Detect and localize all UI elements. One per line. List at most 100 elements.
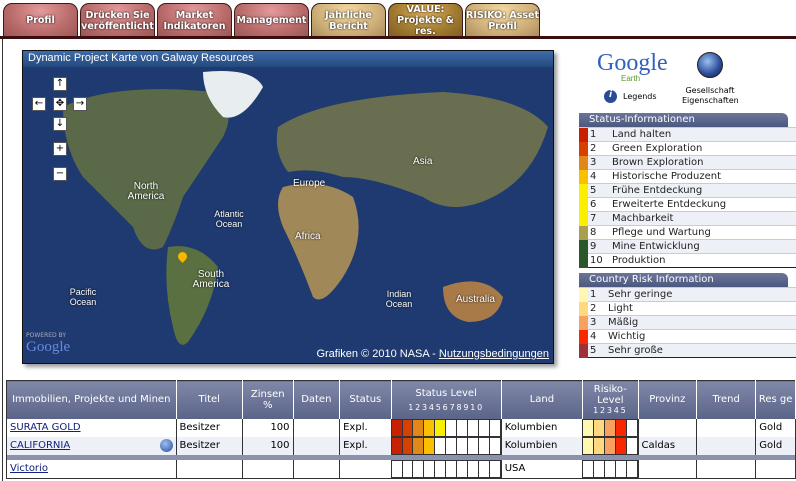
legend-item: 2 Light: [579, 301, 796, 316]
risk-level-cell: [626, 418, 638, 437]
tab-2[interactable]: Market Indikatoren: [157, 3, 232, 37]
legend-item: 2 Green Exploration: [579, 141, 796, 156]
status-level-cell: [424, 418, 436, 437]
zoom-in-button[interactable]: +: [53, 142, 67, 156]
tab-0[interactable]: Profil: [3, 3, 78, 37]
legend-label: Land halten: [612, 129, 672, 140]
trend-cell: [696, 418, 757, 437]
legend-label: Sehr große: [608, 345, 663, 356]
label-europe: Europe: [293, 178, 326, 189]
titel-cell: [176, 459, 243, 478]
zinsen-label: Zinsen: [250, 388, 285, 400]
legend-label: Light: [608, 303, 633, 314]
info-icon[interactable]: i: [604, 90, 617, 103]
color-swatch: [579, 343, 588, 358]
table-header: Immobilien, Projekte und Minen Titel Zin…: [6, 380, 796, 419]
trend-cell: [696, 459, 757, 478]
nav-tabs: Profil Drücken Sie veröffentlicht Market I…: [3, 3, 540, 37]
risk-level-cell: [626, 459, 638, 478]
legend-label: Machbarkeit: [612, 213, 674, 224]
project-link[interactable]: Victorio: [10, 463, 48, 474]
project-map[interactable]: Dynamic Project Karte von Galway Resourc…: [22, 50, 554, 364]
res-cell: [755, 459, 796, 478]
legend-number: 3: [590, 317, 597, 328]
zoom-out-button[interactable]: −: [53, 167, 67, 181]
status-level-cell: [402, 436, 414, 455]
status-level-cell: [424, 436, 436, 455]
pan-center-button[interactable]: ✥: [53, 97, 67, 111]
color-swatch: [579, 127, 588, 142]
status-level-cell: [424, 459, 436, 478]
color-swatch: [579, 225, 588, 240]
legend-item: 4 Wichtig: [579, 329, 796, 344]
company-properties-link[interactable]: Gesellschaft Eigenschaften: [682, 86, 739, 106]
legend-number: 3: [590, 157, 597, 168]
terms-link[interactable]: Nutzungsbedingungen: [439, 348, 549, 360]
world-map-image: [23, 67, 553, 363]
pan-up-button[interactable]: ↑: [53, 77, 67, 91]
legend-label: Brown Exploration: [612, 157, 704, 168]
zinsen-cell: 100: [242, 418, 294, 437]
tab-5[interactable]: VALUE: Projekte & res.: [388, 3, 463, 37]
status-level-cell: [435, 418, 447, 437]
legend-item: 5 Sehr große: [579, 343, 796, 358]
pan-left-button[interactable]: ←: [32, 97, 46, 111]
legend-number: 5: [590, 345, 597, 356]
risk-level-cell: [604, 436, 616, 455]
legend-number: 6: [590, 199, 597, 210]
risk-level-cell: [604, 459, 616, 478]
legend-item: 7 Machbarkeit: [579, 211, 796, 226]
status-level-cell: [391, 418, 403, 437]
status-level-cell: [467, 418, 479, 437]
tab-1[interactable]: Drücken Sie veröffentlicht: [80, 3, 155, 37]
tab-4[interactable]: Jährliche Bericht: [311, 3, 386, 37]
legend-number: 10: [590, 255, 603, 266]
color-swatch: [579, 141, 588, 156]
table-row: Victorio USA: [6, 459, 796, 478]
status-level-cell: [402, 459, 414, 478]
legends-link[interactable]: Legends: [623, 92, 657, 101]
map-canvas[interactable]: ↑ ← ✥ → ↓ + − North America Atlantic Oce…: [23, 67, 553, 363]
status-cell: Expl.: [339, 436, 392, 455]
color-swatch: [579, 169, 588, 184]
legend-label: Sehr geringe: [608, 289, 673, 300]
legend-label: Erweiterte Entdeckung: [612, 199, 727, 210]
project-link[interactable]: SURATA GOLD: [10, 422, 81, 433]
legend-label: Wichtig: [608, 331, 646, 342]
pan-down-button[interactable]: ↓: [53, 117, 67, 131]
table-row: SURATA GOLD Besitzer 100 Expl. Kolumbien…: [6, 418, 796, 437]
earth-text: Earth: [621, 74, 641, 83]
google-earth-logo[interactable]: Google Earth: [597, 50, 668, 83]
tab-6[interactable]: RISIKO: Asset Profil: [465, 3, 540, 37]
status-cell: [339, 459, 392, 478]
label-indian: Indian Ocean: [385, 289, 413, 309]
status-level-cell: [457, 418, 468, 437]
color-swatch: [579, 155, 588, 170]
status-level-cell: [435, 459, 447, 478]
legend-item: 3 Mäßig: [579, 315, 796, 330]
project-link[interactable]: CALIFORNIA: [10, 440, 70, 451]
col-zinsen: Zinsen%: [242, 380, 294, 419]
col-trend: Trend: [696, 380, 757, 419]
pan-right-button[interactable]: →: [73, 97, 87, 111]
status-level-cell: [489, 459, 501, 478]
legend-number: 9: [590, 241, 597, 252]
risk-level-cell: [615, 436, 627, 455]
zinsen-cell: [242, 459, 294, 478]
country-risk-panel: Country Risk Information 1 Sehr geringe 2 L…: [579, 273, 796, 358]
risk-level-cell: [615, 418, 627, 437]
status-level-cell: [446, 459, 458, 478]
provinz-cell: [638, 418, 698, 437]
status-level-cell: [435, 436, 447, 455]
map-attribution: Grafiken © 2010 NASA - Nutzungsbedingung…: [316, 348, 549, 360]
status-level-cell: [413, 418, 425, 437]
risk-level-cell: [583, 418, 594, 437]
legend-number: 4: [590, 331, 597, 342]
risk-level-cell: [593, 418, 605, 437]
tab-3[interactable]: Management: [234, 3, 309, 37]
google-earth-globe-icon[interactable]: [697, 52, 723, 78]
google-earth-icon[interactable]: [159, 438, 173, 452]
col-name: Immobilien, Projekte und Minen: [6, 380, 177, 419]
risk-level-cell: [583, 459, 594, 478]
legend-number: 8: [590, 227, 597, 238]
